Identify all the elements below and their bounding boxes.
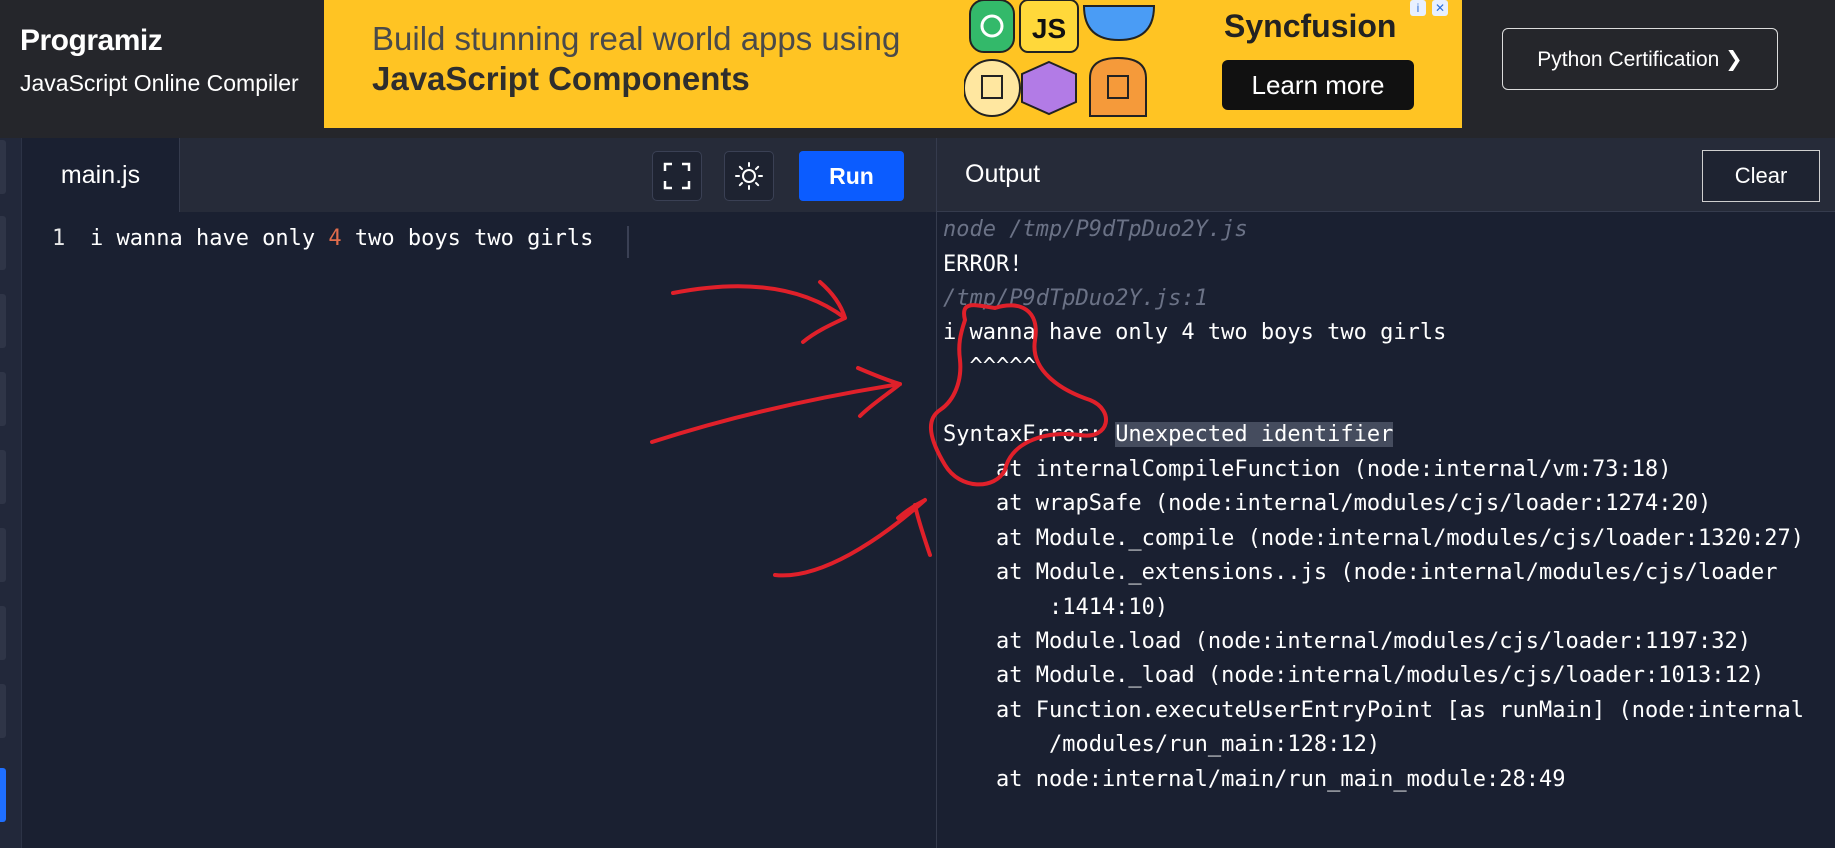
output-toolbar bbox=[937, 138, 1835, 212]
output-line: at Module._extensions..js (node:internal… bbox=[943, 560, 1778, 585]
left-rail bbox=[0, 138, 22, 848]
code-editor[interactable]: 1 i wanna have only 4 two boys two girls bbox=[22, 212, 936, 848]
clear-button[interactable]: Clear bbox=[1702, 150, 1820, 202]
output-console: node /tmp/P9dTpDuo2Y.js ERROR! /tmp/P9dT… bbox=[937, 212, 1835, 848]
ad-learn-more-button[interactable]: Learn more bbox=[1222, 60, 1414, 110]
output-line: at node:internal/main/run_main_module:28… bbox=[943, 767, 1566, 792]
rail-item[interactable] bbox=[0, 372, 6, 426]
fullscreen-icon bbox=[663, 162, 691, 190]
python-certification-button[interactable]: Python Certification ❯ bbox=[1502, 28, 1778, 90]
output-line: ^^^^^ bbox=[943, 354, 1036, 379]
ad-info-icon[interactable]: i bbox=[1410, 0, 1426, 16]
ad-component-icons: JS bbox=[964, 0, 1156, 117]
ad-controls: i ✕ bbox=[1410, 0, 1454, 16]
output-line-error: SyntaxError: Unexpected identifier bbox=[943, 422, 1394, 447]
output-line: at Module.load (node:internal/modules/cj… bbox=[943, 629, 1751, 654]
output-line: /tmp/P9dTpDuo2Y.js:1 bbox=[943, 286, 1208, 311]
code-line[interactable]: 1 i wanna have only 4 two boys two girls bbox=[52, 226, 593, 251]
rail-item[interactable] bbox=[0, 450, 6, 504]
compiler-page: Programiz JavaScript Online Compiler Bui… bbox=[0, 0, 1835, 848]
ad-banner[interactable]: Build stunning real world apps using Jav… bbox=[324, 0, 1462, 128]
run-button[interactable]: Run bbox=[799, 151, 904, 201]
tab-main-js[interactable]: main.js bbox=[22, 138, 180, 213]
ad-subheadline: JavaScript Components bbox=[372, 60, 750, 97]
ad-headline: Build stunning real world apps using bbox=[372, 20, 901, 57]
line-number: 1 bbox=[52, 226, 66, 251]
rail-item[interactable] bbox=[0, 528, 6, 582]
output-line: at Module._compile (node:internal/module… bbox=[943, 526, 1804, 551]
code-text: i wanna have only bbox=[90, 226, 329, 251]
programiz-logo[interactable]: Programiz bbox=[20, 24, 163, 58]
rail-item[interactable] bbox=[0, 216, 6, 270]
page-subtitle: JavaScript Online Compiler bbox=[20, 70, 299, 96]
fullscreen-button[interactable] bbox=[652, 151, 702, 201]
ad-close-icon[interactable]: ✕ bbox=[1432, 0, 1448, 16]
sun-icon bbox=[735, 162, 763, 190]
output-line: at wrapSafe (node:internal/modules/cjs/l… bbox=[943, 491, 1712, 516]
rail-item[interactable] bbox=[0, 140, 6, 194]
output-line: ERROR! bbox=[943, 252, 1023, 277]
code-text: two boys two girls bbox=[341, 226, 594, 251]
code-number-literal: 4 bbox=[328, 226, 342, 251]
logo-text: Programiz bbox=[20, 24, 163, 57]
output-line: node /tmp/P9dTpDuo2Y.js bbox=[943, 217, 1248, 242]
output-line: /modules/run_main:128:12) bbox=[943, 732, 1381, 757]
output-title: Output bbox=[965, 160, 1041, 188]
rail-item-javascript[interactable] bbox=[0, 768, 6, 822]
text-cursor bbox=[627, 226, 629, 258]
output-line: at internalCompileFunction (node:interna… bbox=[943, 457, 1672, 482]
output-line: i wanna have only 4 two boys two girls bbox=[943, 320, 1447, 345]
output-line: :1414:10) bbox=[943, 595, 1169, 620]
rail-item[interactable] bbox=[0, 294, 6, 348]
rail-item[interactable] bbox=[0, 684, 6, 738]
output-line: at Function.executeUserEntryPoint [as ru… bbox=[943, 698, 1804, 723]
error-type: SyntaxError: bbox=[943, 422, 1116, 447]
error-message: Unexpected identifier bbox=[1115, 422, 1394, 447]
top-header: Programiz JavaScript Online Compiler Bui… bbox=[0, 0, 1835, 138]
ad-brand-logo: Syncfusion bbox=[1224, 8, 1397, 44]
output-line: at Module._load (node:internal/modules/c… bbox=[943, 663, 1765, 688]
theme-toggle-button[interactable] bbox=[724, 151, 774, 201]
rail-item[interactable] bbox=[0, 606, 6, 660]
ad-js-badge: JS bbox=[1032, 13, 1066, 44]
